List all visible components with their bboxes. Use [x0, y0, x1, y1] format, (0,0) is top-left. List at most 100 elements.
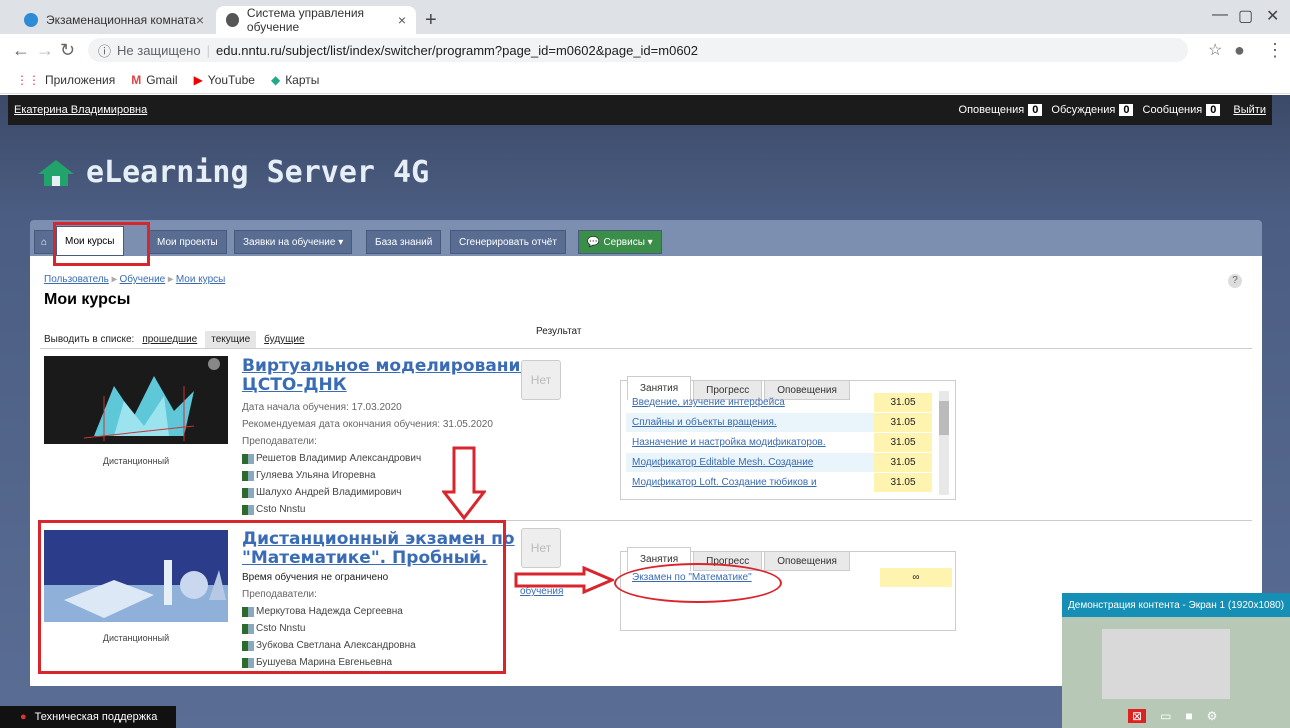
- notifications-link[interactable]: Оповещения: [959, 104, 1025, 116]
- close-icon[interactable]: ×: [196, 12, 204, 28]
- help-icon[interactable]: ?: [1228, 274, 1242, 288]
- restore-icon[interactable]: ▢: [1238, 6, 1253, 26]
- browser-tab[interactable]: Экзаменационная комната ×: [14, 6, 214, 34]
- tab-my-projects[interactable]: Мои проекты: [148, 230, 227, 254]
- back-icon[interactable]: ←: [12, 40, 30, 61]
- maps-icon: ◆: [270, 72, 281, 87]
- bookmark-gmail[interactable]: M Gmail: [131, 73, 177, 87]
- star-icon[interactable]: ☆: [1208, 40, 1222, 60]
- lesson-row[interactable]: Сплайны и объекты вращения. 31.05: [626, 413, 932, 432]
- annotation-arrow-down-icon: [442, 446, 486, 520]
- content-share-window[interactable]: Демонстрация контента - Экран 1 (1920x10…: [1062, 593, 1290, 728]
- forward-icon[interactable]: →: [36, 40, 54, 61]
- house-logo-icon: [38, 159, 74, 186]
- tab-label: Мои проекты: [157, 236, 218, 248]
- lesson-link[interactable]: Сплайны и объекты вращения.: [626, 413, 874, 432]
- filter-past[interactable]: прошедшие: [142, 334, 197, 345]
- filter-future[interactable]: будущие: [264, 334, 304, 345]
- menu-icon[interactable]: ⋮: [1266, 40, 1284, 61]
- messages-count: 0: [1206, 104, 1221, 116]
- course-title-link[interactable]: Виртуальное моделирование ЦСТО-ДНК: [242, 357, 532, 395]
- bookmark-label: YouTube: [207, 72, 255, 87]
- bookmark-label: Gmail: [146, 72, 178, 87]
- breadcrumb-item[interactable]: Обучение: [120, 274, 166, 285]
- scrollbar[interactable]: [939, 391, 949, 495]
- apps-grid-icon: ⋮⋮: [16, 72, 40, 87]
- topbar-counters: Оповещения 0 Обсуждения 0 Сообщения 0 Выйти: [959, 104, 1266, 116]
- home-icon: ⌂: [41, 236, 48, 248]
- site-logo[interactable]: eLearning Server 4G: [36, 155, 429, 190]
- list-filter: Выводить в списке: прошедшие текущие буд…: [44, 331, 305, 348]
- discussions-link[interactable]: Обсуждения: [1051, 104, 1115, 116]
- teacher-icon: [242, 453, 254, 464]
- youtube-icon: ▶: [193, 72, 203, 87]
- lesson-date: ∞: [880, 568, 952, 587]
- lesson-link[interactable]: Модификатор Editable Mesh. Создание: [626, 453, 874, 472]
- tab-label: База знаний: [375, 236, 433, 248]
- support-label: Техническая поддержка: [34, 711, 158, 723]
- lesson-row[interactable]: Назначение и настройка модификаторов. 31.…: [626, 433, 932, 452]
- bookmark-apps[interactable]: ⋮⋮ Приложения: [16, 73, 115, 87]
- lesson-row[interactable]: Модификатор Loft. Создание тюбиков и 31.0…: [626, 473, 932, 492]
- minimize-icon[interactable]: —: [1212, 6, 1228, 24]
- logout-link[interactable]: Выйти: [1233, 104, 1266, 116]
- lesson-link[interactable]: Назначение и настройка модификаторов.: [626, 433, 874, 452]
- filter-current[interactable]: текущие: [205, 331, 257, 348]
- lesson-date: 31.05: [874, 473, 932, 492]
- share-title: Демонстрация контента - Экран 1 (1920x10…: [1068, 599, 1285, 611]
- messages-link[interactable]: Сообщения: [1143, 104, 1203, 116]
- reload-icon[interactable]: ↻: [60, 40, 75, 61]
- result-badge: Нет: [521, 360, 561, 400]
- address-input[interactable]: ⓘ Не защищено | edu.nntu.ru/subject/list…: [88, 38, 1188, 62]
- window-close-icon[interactable]: ✕: [1266, 6, 1279, 26]
- new-tab-button[interactable]: +: [425, 9, 437, 32]
- lesson-date: 31.05: [874, 433, 932, 452]
- logo-text: eLearning Server 4G: [86, 155, 430, 190]
- course-start-date: Дата начала обучения: 17.03.2020: [242, 402, 402, 413]
- screen-icon[interactable]: ▭: [1160, 709, 1171, 723]
- tab-label: Сгенерировать отчёт: [459, 236, 557, 248]
- close-icon[interactable]: ×: [398, 12, 406, 28]
- result-column-label: Результат: [536, 326, 582, 337]
- share-toolbar: ⊠ ▭ ■ ⚙: [1122, 704, 1290, 728]
- teacher-name: Шалухо Андрей Владимирович: [256, 487, 402, 498]
- tab-title: Система управления обучение: [246, 6, 365, 34]
- settings-icon[interactable]: ⚙: [1207, 709, 1218, 723]
- camera-icon[interactable]: ■: [1185, 709, 1192, 723]
- share-title-bar[interactable]: Демонстрация контента - Экран 1 (1920x10…: [1062, 593, 1290, 617]
- lesson-link[interactable]: Введение, изучение интерфейса: [626, 393, 874, 412]
- tab-label: Сервисы ▾: [603, 236, 653, 248]
- globe-icon: [226, 13, 239, 27]
- bookmark-youtube[interactable]: ▶ YouTube: [194, 73, 255, 87]
- tab-requests[interactable]: Заявки на обучение ▾: [234, 230, 353, 254]
- account-icon[interactable]: ●: [1234, 40, 1245, 61]
- breadcrumb-item[interactable]: Мои курсы: [176, 274, 226, 285]
- tab-knowledge-base[interactable]: База знаний: [366, 230, 442, 254]
- filter-label: Выводить в списке:: [44, 334, 135, 345]
- info-icon: ⓘ: [98, 43, 112, 59]
- page-title: Мои курсы: [44, 291, 131, 308]
- home-tab[interactable]: ⌂: [34, 230, 55, 254]
- lesson-row[interactable]: Введение, изучение интерфейса 31.05: [626, 393, 932, 412]
- bookmarks-bar: ⋮⋮ Приложения M Gmail ▶ YouTube ◆ Карты: [0, 66, 1290, 94]
- tab-generate-report[interactable]: Сгенерировать отчёт: [450, 230, 566, 254]
- browser-tab-active[interactable]: Система управления обучение ×: [216, 6, 416, 34]
- bookmark-label: Приложения: [45, 72, 116, 87]
- lesson-row[interactable]: Модификатор Editable Mesh. Создание 31.05: [626, 453, 932, 472]
- discussions-count: 0: [1119, 104, 1134, 116]
- tab-services[interactable]: 💬 Сервисы ▾: [578, 230, 662, 254]
- breadcrumb-item[interactable]: Пользователь: [44, 274, 109, 285]
- course-lessons-panel: Занятия Прогресс Оповещения Введение, из…: [620, 376, 956, 500]
- tab-title: Экзаменационная комната: [46, 13, 196, 27]
- browser-tabstrip: Экзаменационная комната × Система управл…: [0, 0, 1290, 34]
- stop-share-icon[interactable]: ⊠: [1128, 709, 1147, 723]
- security-label: Не защищено: [117, 42, 201, 58]
- lesson-link[interactable]: Модификатор Loft. Создание тюбиков и: [626, 473, 874, 492]
- course-thumbnail[interactable]: [44, 356, 228, 444]
- lesson-date: 31.05: [874, 393, 932, 412]
- bookmark-maps[interactable]: ◆ Карты: [271, 73, 319, 87]
- share-preview: [1102, 629, 1230, 699]
- scrollbar-thumb[interactable]: [939, 401, 949, 435]
- support-button[interactable]: ● Техническая поддержка: [0, 706, 176, 728]
- user-name-link[interactable]: Екатерина Владимировна: [14, 104, 147, 116]
